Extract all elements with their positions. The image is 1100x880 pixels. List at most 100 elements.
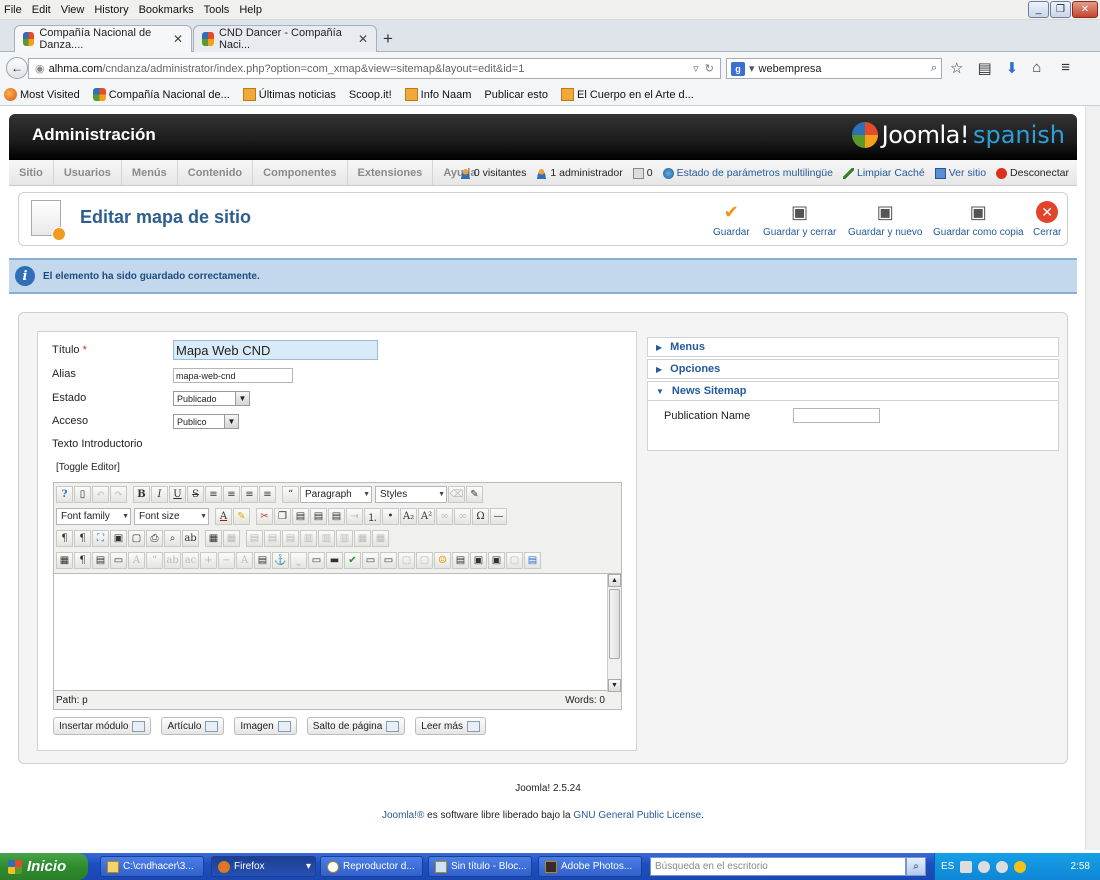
admin-menu-sitio[interactable]: Sitio [9, 160, 54, 185]
alias-input[interactable]: mapa-web-cnd [173, 368, 293, 383]
menu-tools[interactable]: Tools [204, 4, 230, 16]
reload-icon[interactable]: ▿ ↻ [693, 62, 714, 75]
save-close-button[interactable]: ▣ Guardar y cerrar [763, 201, 836, 238]
align-center-icon[interactable]: ≡ [223, 485, 240, 503]
article-button[interactable]: Artículo [161, 717, 225, 735]
bookmark-most-visited[interactable]: Most Visited [4, 88, 80, 101]
media-embed-icon[interactable]: ▤ [452, 551, 469, 569]
menu-file[interactable]: File [4, 4, 22, 16]
volume-icon[interactable] [996, 860, 1009, 873]
accordion-menus[interactable]: ▶ Menus [647, 337, 1059, 357]
insert-time-icon[interactable]: ▬ [326, 551, 343, 569]
clear-cache-link[interactable]: Limpiar Caché [842, 167, 925, 179]
tray-app-icon[interactable] [1014, 860, 1027, 873]
align-justify-icon[interactable]: ≡ [205, 485, 222, 503]
home-icon[interactable]: ⌂ [1032, 59, 1041, 77]
title-input[interactable]: Mapa Web CND [173, 340, 378, 360]
image-button[interactable]: Imagen [234, 717, 297, 735]
bookmark-scoopit[interactable]: Scoop.it! [0, 89, 392, 203]
menu-history[interactable]: History [94, 4, 128, 16]
unordered-list-icon[interactable]: • [382, 507, 399, 525]
advanced-hr-icon[interactable]: ▢ [416, 551, 433, 569]
code-icon[interactable]: ▤ [254, 551, 271, 569]
taskbar-item-media-player[interactable]: Reproductor d... [320, 856, 423, 877]
cut-icon[interactable]: ✂ [256, 507, 273, 525]
redo-icon[interactable]: ↷ [110, 485, 127, 503]
style-props-icon[interactable]: A [128, 551, 145, 569]
insert-icon[interactable]: + [200, 551, 217, 569]
search-engine-icon[interactable]: g [731, 61, 745, 76]
url-input[interactable]: ◉ alhma.com/cndanza/administrator/index.… [28, 58, 721, 79]
col-after-icon[interactable]: ▥ [318, 529, 335, 547]
anchor-icon[interactable]: ⚓ [272, 551, 289, 569]
gpl-link[interactable]: GNU General Public License [573, 810, 701, 821]
taskbar-item-photoshop[interactable]: Adobe Photos... [538, 856, 642, 877]
access-select[interactable]: Publico ▼ [173, 414, 239, 429]
highlight-color-icon[interactable]: ✎ [233, 507, 250, 525]
bookmark-el-cuerpo[interactable]: El Cuerpo en el Arte d... [560, 88, 694, 101]
tab-cnd-dancer[interactable]: CND Dancer - Compañía Naci... ✕ [193, 25, 377, 52]
acronym-icon[interactable]: ac [182, 551, 199, 569]
font-family-select[interactable]: Font family ▼ [56, 507, 131, 525]
image-icon[interactable]: ▣ [110, 529, 127, 547]
find-icon[interactable]: ⌕ [164, 529, 181, 547]
logout-link[interactable]: Desconectar [996, 167, 1069, 179]
download-icon[interactable]: ⬇ [1006, 59, 1019, 77]
multilang-status-link[interactable]: Estado de parámetros multilingüe [662, 167, 833, 179]
visual-aid-icon[interactable]: ▦ [56, 551, 73, 569]
admin-menu-contenido[interactable]: Contenido [178, 160, 254, 185]
new-document-icon[interactable]: ▯ [74, 485, 91, 503]
menu-edit[interactable]: Edit [32, 4, 51, 16]
paste-icon[interactable]: ▤ [292, 507, 309, 525]
read-more-button[interactable]: Leer más [415, 717, 486, 735]
publication-name-input[interactable] [793, 408, 880, 423]
state-select[interactable]: Publicado ▼ [173, 391, 250, 406]
taskbar-item-notepad[interactable]: Sin título - Bloc... [428, 856, 532, 877]
menu-bookmarks[interactable]: Bookmarks [139, 4, 194, 16]
copy-icon[interactable]: ❐ [274, 507, 291, 525]
page-scrollbar[interactable] [1085, 106, 1100, 850]
close-button[interactable]: ✕ Cerrar [1033, 201, 1061, 238]
print-icon[interactable]: ⎙ [146, 529, 163, 547]
close-tab-icon[interactable]: ✕ [358, 32, 368, 46]
format-select[interactable]: Paragraph ▼ [300, 485, 372, 503]
rtl-icon[interactable]: ¶ [74, 529, 91, 547]
minimize-button[interactable]: _ [1028, 1, 1049, 18]
network-icon[interactable] [978, 860, 991, 873]
delete-row-icon[interactable]: ▤ [282, 529, 299, 547]
table-props-icon[interactable]: ▦ [223, 529, 240, 547]
taskbar-item-firefox[interactable]: Firefox ▾ [211, 856, 316, 877]
paste-text-icon[interactable]: ▤ [310, 507, 327, 525]
editor-content-area[interactable]: ▲ ▼ [54, 573, 621, 692]
emoticons-icon[interactable]: ☺ [434, 551, 451, 569]
advanced-image-icon[interactable]: ▢ [398, 551, 415, 569]
nonbreaking-icon[interactable]: ⎵ [290, 551, 307, 569]
toggle-editor-link[interactable]: [Toggle Editor] [56, 462, 120, 473]
close-tab-icon[interactable]: ✕ [173, 32, 183, 46]
blockquote-icon[interactable]: “ [282, 485, 299, 503]
search-input[interactable]: g ▾ webempresa ⌕ [726, 58, 942, 79]
text-color-icon[interactable]: A [215, 507, 232, 525]
insert-module-button[interactable]: Insertar módulo [53, 717, 152, 735]
styles-select[interactable]: Styles ▼ [375, 485, 447, 503]
merge-cells-icon[interactable]: ▦ [354, 529, 371, 547]
unlink-icon[interactable]: ∞ [454, 507, 471, 525]
joomla-link[interactable]: Joomla!® [382, 810, 424, 821]
delete-col-icon[interactable]: ▥ [336, 529, 353, 547]
show-blocks-icon[interactable]: ¶ [74, 551, 91, 569]
horizontal-rule-icon[interactable]: — [490, 507, 507, 525]
attributes-icon[interactable]: A [236, 551, 253, 569]
preview-icon[interactable]: ▣ [470, 551, 487, 569]
editor-scrollbar[interactable]: ▲ ▼ [607, 574, 621, 692]
abbr-icon[interactable]: ab [164, 551, 181, 569]
bold-icon[interactable]: B [133, 485, 150, 503]
special-char-icon[interactable]: Ω [472, 507, 489, 525]
admin-menu-usuarios[interactable]: Usuarios [54, 160, 122, 185]
desktop-search-input[interactable]: Búsqueda en el escritorio [650, 857, 906, 876]
table-insert-icon[interactable]: ▦ [205, 529, 222, 547]
new-tab-icon[interactable]: + [383, 29, 393, 49]
col-before-icon[interactable]: ▥ [300, 529, 317, 547]
messages-count[interactable]: 0 [632, 167, 653, 179]
eraser-icon[interactable]: ⌫ [448, 485, 465, 503]
bookmark-info-naam[interactable]: Info Naam [404, 88, 471, 101]
